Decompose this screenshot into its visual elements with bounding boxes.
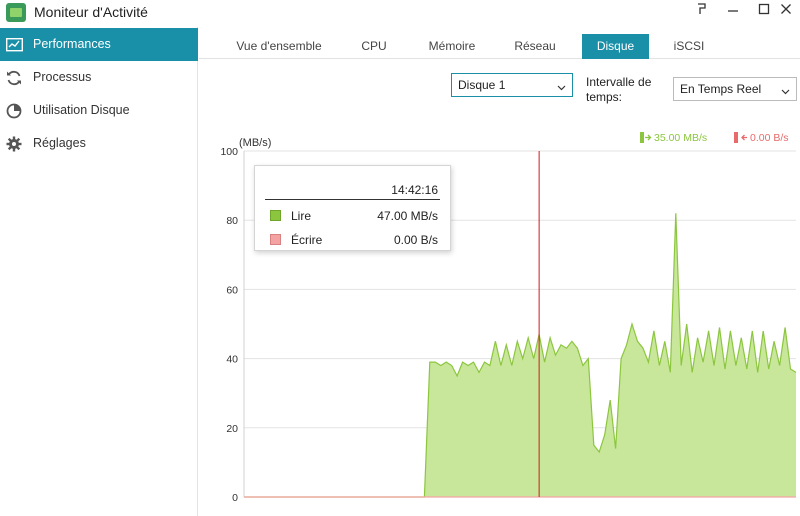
close-icon[interactable]: [774, 1, 798, 21]
sidebar-item-utilisation-disque[interactable]: Utilisation Disque: [0, 94, 198, 127]
performance-monitor-icon: [5, 37, 24, 53]
disk-throughput-chart: 0 20 40 60 80 100 (MB/s) 35.00 MB/s 0.00 B/s: [220, 132, 797, 504]
disk-pie-icon: [6, 103, 22, 119]
tooltip-read-name: Lire: [291, 209, 312, 223]
y-tick-label: 20: [226, 423, 238, 435]
tooltip-time: 14:42:16: [391, 183, 438, 197]
tooltip-write-name: Écrire: [291, 233, 323, 247]
sidebar-item-reglages[interactable]: Réglages: [0, 127, 198, 160]
legend-write: 0.00 B/s: [734, 132, 789, 144]
sidebar: Performances Processus Utilisation Disqu…: [0, 27, 198, 516]
window-title: Moniteur d'Activité: [34, 4, 148, 20]
maximize-icon[interactable]: [752, 1, 776, 21]
read-arrow-icon: [640, 132, 652, 143]
main-panel: Vue d'ensemble CPU Mémoire Réseau Disque…: [199, 27, 800, 516]
pin-icon[interactable]: [690, 1, 714, 21]
tooltip-divider: [265, 199, 440, 200]
y-tick-label: 60: [226, 284, 238, 296]
gear-icon: [6, 136, 22, 152]
sidebar-item-label: Réglages: [33, 136, 86, 150]
title-bar: Moniteur d'Activité: [0, 0, 800, 26]
tooltip-write-value: 0.00 B/s: [393, 233, 438, 247]
chart-tooltip: 14:42:16 Lire 47.00 MB/s Écrire 0.00 B/s: [254, 165, 451, 251]
y-axis-label: (MB/s): [239, 137, 271, 149]
y-tick-label: 100: [220, 146, 238, 158]
refresh-cycle-icon: [6, 70, 22, 86]
legend-read: 35.00 MB/s: [640, 132, 707, 144]
read-swatch: [270, 210, 281, 221]
sidebar-item-performances[interactable]: Performances: [0, 28, 198, 61]
sidebar-item-label: Processus: [33, 70, 92, 84]
y-tick-label: 40: [226, 354, 238, 366]
y-tick-label: 0: [232, 492, 238, 504]
sidebar-item-label: Utilisation Disque: [33, 103, 130, 117]
activity-monitor-app-icon: [6, 3, 26, 22]
sidebar-item-label: Performances: [33, 37, 111, 51]
tooltip-read-value: 47.00 MB/s: [377, 209, 438, 223]
legend-write-rate: 0.00 B/s: [750, 132, 789, 144]
tooltip-row-write: Écrire 0.00 B/s: [265, 232, 438, 248]
write-swatch: [270, 234, 281, 245]
minimize-icon[interactable]: [721, 1, 745, 21]
tooltip-row-read: Lire 47.00 MB/s: [265, 208, 438, 224]
legend-read-rate: 35.00 MB/s: [654, 132, 707, 144]
sidebar-item-processus[interactable]: Processus: [0, 61, 198, 94]
read-series-area: [244, 213, 796, 498]
y-tick-label: 80: [226, 215, 238, 227]
write-arrow-icon: [734, 132, 747, 143]
